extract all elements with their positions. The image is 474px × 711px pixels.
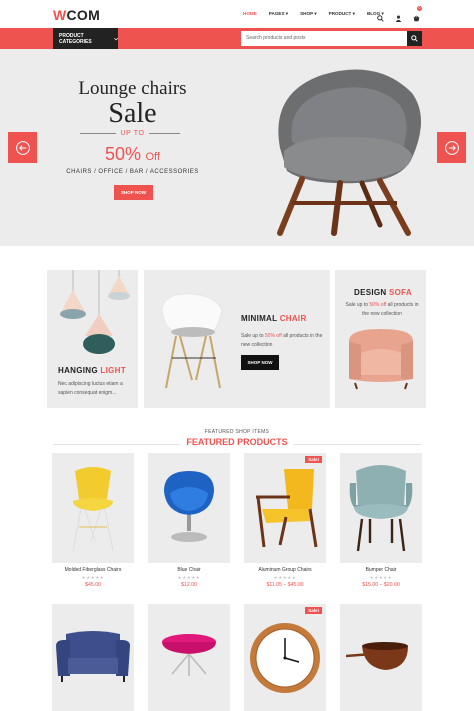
chevron-down-icon [113,37,118,40]
slider-prev-button[interactable] [8,132,37,163]
banner-sofa-desc: Sale up to 50% off all products in the n… [345,302,419,317]
featured-title: FEATURED PRODUCTS [0,437,474,447]
wall-clock-image [250,623,320,693]
armchair-image [56,631,130,682]
product-card-image[interactable]: Sale! [244,453,326,563]
arrow-right-icon [444,140,459,155]
nav-pages[interactable]: PAGES ▾ [269,11,288,17]
product-price: $12.00 [181,582,197,588]
sofa-image [349,329,413,390]
minimal-chair-image [161,293,223,389]
hero-slider: Lounge chairs Sale UP TO 50% Off CHAIRS … [0,49,474,246]
rating-stars: ★★★★★ [369,575,393,580]
arrow-left-icon [15,140,30,155]
nav-product[interactable]: PRODUCT ▾ [329,11,355,17]
banner-hanging-title: HANGING LIGHT [58,366,126,375]
hero-percent: 50% Off [105,144,160,164]
rating-stars: ★★★★★ [273,575,297,580]
product-price: $45.00 [85,582,101,588]
user-icon[interactable] [395,9,402,22]
hero-categories: CHAIRS / OFFICE / BAR / ACCESSORIES [66,169,199,175]
product-name[interactable]: Aluminum Group Chairs [244,567,326,573]
blue-chair-image [164,471,214,542]
search-icon[interactable] [377,9,384,22]
hero-upto: UP TO [0,130,265,137]
cart-count-badge: 0 [417,6,422,11]
banner-hanging-desc: Nec adipiscing luctus etiam a sapien con… [58,381,123,396]
wooden-bowl-image [346,642,408,670]
banner-minimal-title: MINIMAL CHAIR [241,314,307,323]
product-name[interactable]: Blue Chair [148,567,230,573]
hero-sale: Sale [108,98,157,129]
banner-minimal-shop-now-button[interactable]: SHOP NOW [241,355,279,370]
bumper-chair-image [349,465,413,552]
product-price: $15.00 – $20.00 [362,582,400,588]
sale-badge: Sale! [305,607,322,614]
banner-design-sofa[interactable]: DESIGN SOFA Sale up to 50% off all produ… [335,270,426,408]
product-card-image[interactable] [148,453,230,563]
product-card-image[interactable] [148,604,230,711]
product-price: $11.05 – $45.00 [266,582,304,588]
banner-minimal-desc: Sale up to 50% off all products in the n… [241,333,323,348]
pink-ottoman-image [162,634,216,676]
product-categories-button[interactable]: PRODUCT CATEGORIES [53,28,118,49]
site-header: WCOM HOME PAGES ▾ SHOP ▾ PRODUCT ▾ BLOG … [0,0,474,28]
product-card-image[interactable] [340,604,422,711]
slider-next-button[interactable] [437,132,466,163]
product-card-image[interactable]: Sale! [244,604,326,711]
sale-badge: Sale! [305,456,322,463]
hero-shop-now-button[interactable]: SHOP NOW [114,185,153,200]
product-name[interactable]: Molded Fiberglass Chairs [52,567,134,573]
yellow-chair-image [72,467,114,552]
logo[interactable]: WCOM [53,7,100,23]
featured-subtitle: FEATURED SHOP ITEMS [204,429,270,435]
banner-hanging-light[interactable]: HANGING LIGHT Nec adipiscing luctus etia… [47,270,138,408]
product-card-image[interactable] [52,604,134,711]
nav-home[interactable]: HOME [243,11,257,17]
rating-stars: ★★★★★ [81,575,105,580]
search-icon [411,35,418,42]
main-nav: HOME PAGES ▾ SHOP ▾ PRODUCT ▾ BLOG ▾ [243,11,396,17]
product-card-image[interactable] [340,453,422,563]
cart-icon[interactable]: 0 [413,6,422,22]
product-categories-label: PRODUCT CATEGORIES [59,32,92,45]
rating-stars: ★★★★★ [177,575,201,580]
product-card-image[interactable] [52,453,134,563]
banner-sofa-title: DESIGN SOFA [354,288,412,297]
nav-shop[interactable]: SHOP ▾ [300,11,317,17]
lounge-chair-image [277,69,421,236]
hero-title: Lounge chairs [78,78,187,99]
search-button[interactable] [407,31,422,46]
search-input[interactable]: Search products and posts [241,31,407,46]
banner-minimal-chair[interactable]: MINIMAL CHAIR Sale up to 50% off all pro… [144,270,330,408]
hanging-lamps-image [60,270,130,354]
aluminum-chair-image [256,469,318,548]
product-name[interactable]: Bumper Chair [340,567,422,573]
